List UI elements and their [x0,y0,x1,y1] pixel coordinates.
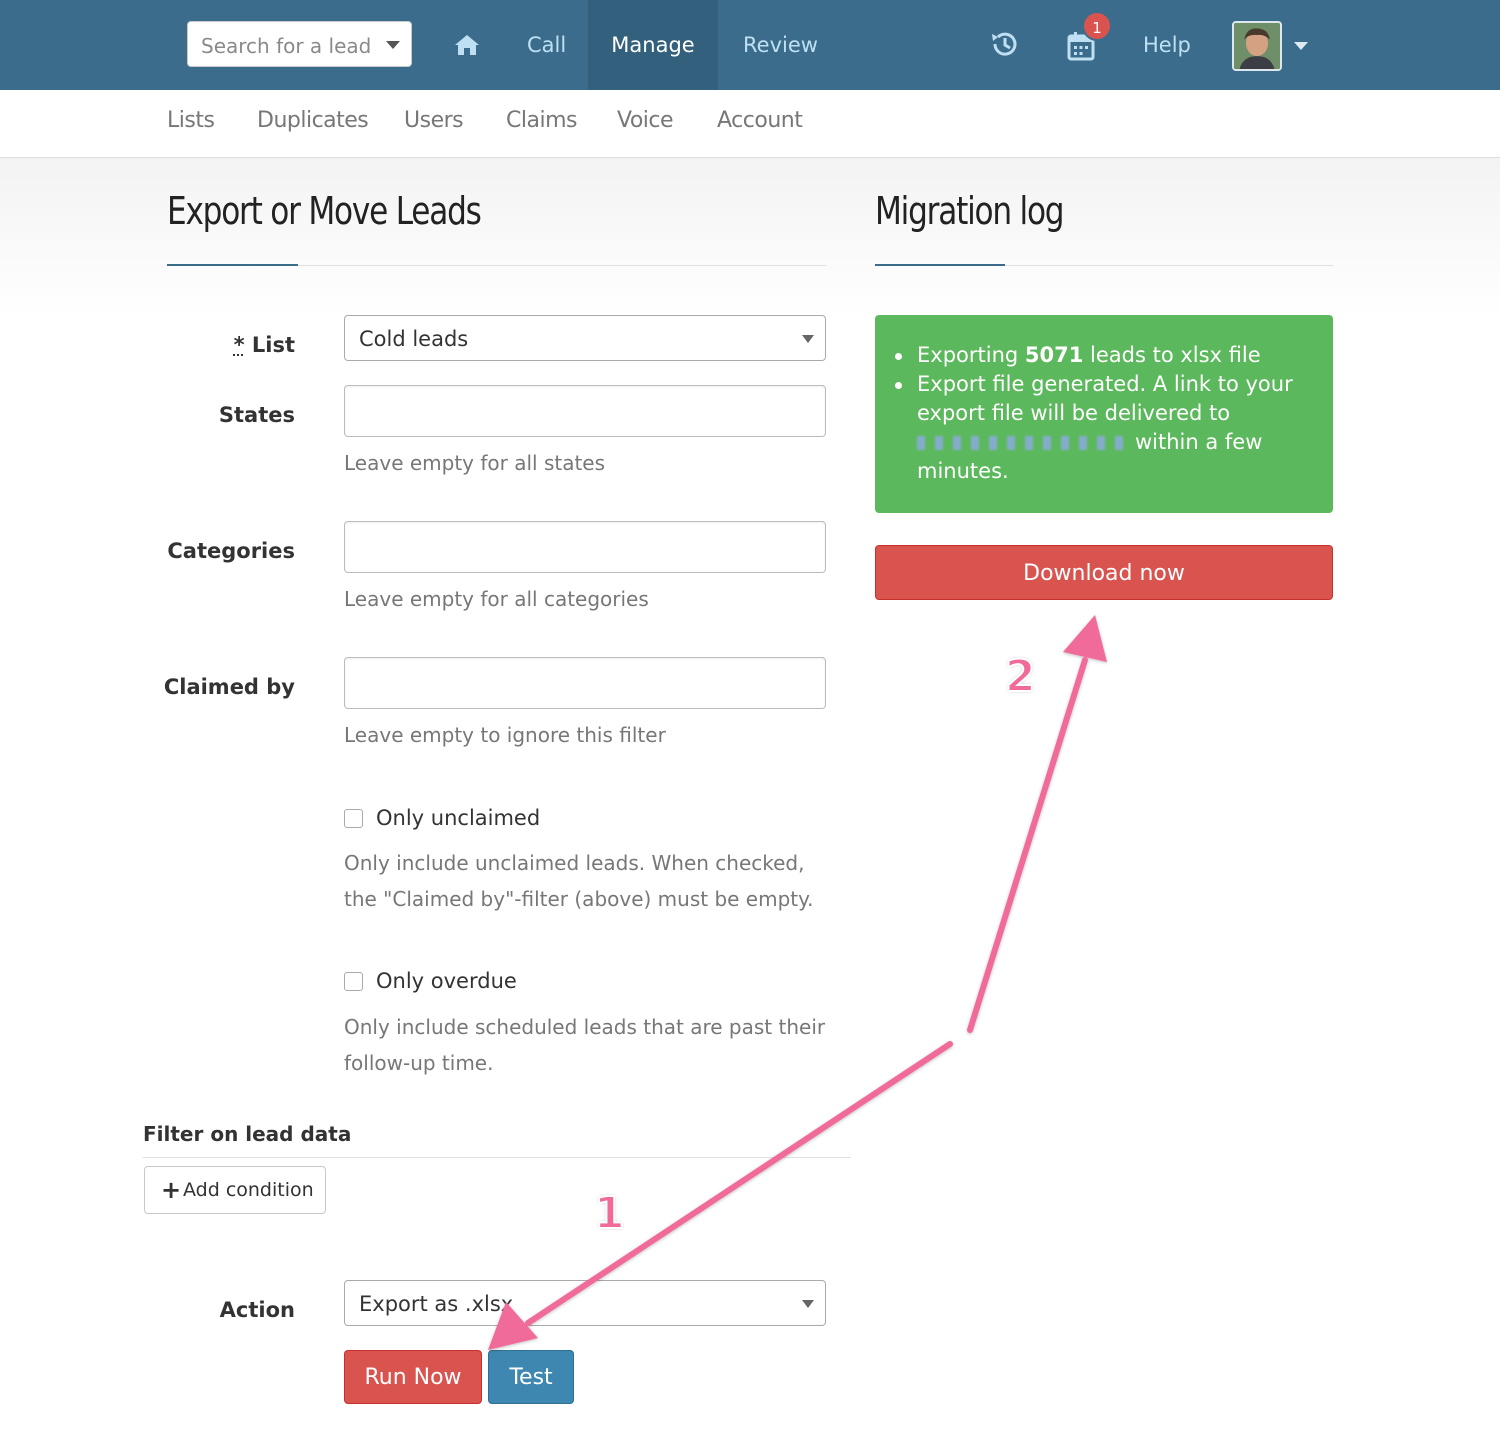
sub-navbar: Lists Duplicates Users Claims Voice Acco… [0,90,1500,158]
lead-search-select[interactable]: Search for a lead [187,21,412,67]
subnav-users[interactable]: Users [404,108,464,133]
step-2-label: 2 [1004,650,1037,703]
download-now-button[interactable]: Download now [875,545,1333,600]
redacted-email [917,436,1127,450]
claimed-by-input[interactable] [344,657,826,709]
only-overdue-label[interactable]: Only overdue [376,969,517,993]
only-overdue-checkbox[interactable] [344,972,363,991]
migration-log-list: Exporting 5071 leads to xlsx file Export… [895,341,1317,486]
run-now-button[interactable]: Run Now [344,1350,482,1404]
log-entry-prefix: Exporting [917,343,1025,367]
list-label-text: List [251,333,295,357]
log-generated-line-d: minutes. [917,459,1009,483]
action-label: Action [219,1298,295,1322]
history-icon[interactable] [989,28,1021,60]
log-entry-generated: Export file generated. A link to your ex… [895,370,1317,486]
categories-input[interactable] [344,521,826,573]
required-marker: * [233,333,245,357]
log-generated-line-a: Export file generated. A link to your [917,372,1293,396]
export-title: Export or Move Leads [167,189,482,233]
action-select-value: Export as .xlsx [359,1292,514,1316]
categories-help: Leave empty for all categories [344,587,649,611]
log-entry-exporting: Exporting 5071 leads to xlsx file [895,341,1317,370]
subnav-claims[interactable]: Claims [506,108,577,133]
chevron-down-icon [802,1300,814,1308]
page-header-background [0,158,1500,318]
only-unclaimed-label[interactable]: Only unclaimed [376,806,540,830]
add-condition-label: Add condition [183,1179,314,1201]
only-unclaimed-checkbox[interactable] [344,809,363,828]
nav-call[interactable]: Call [527,0,566,90]
action-select[interactable]: Export as .xlsx [344,1280,826,1326]
test-button[interactable]: Test [488,1350,574,1404]
subnav-account[interactable]: Account [717,108,803,133]
subnav-voice[interactable]: Voice [617,108,674,133]
only-overdue-help-2: follow-up time. [344,1051,494,1075]
migration-success-alert: Exporting 5071 leads to xlsx file Export… [875,315,1333,513]
add-condition-button[interactable]: + Add condition [144,1166,326,1214]
subnav-duplicates[interactable]: Duplicates [257,108,369,133]
filter-section-rule [143,1157,851,1158]
states-label: States [218,403,295,427]
migration-log-title: Migration log [875,189,1065,233]
claimed-by-help: Leave empty to ignore this filter [344,723,666,747]
nav-review[interactable]: Review [743,0,818,90]
avatar[interactable] [1232,21,1282,71]
list-select[interactable]: Cold leads [344,315,826,361]
chevron-down-icon [802,335,814,343]
plus-icon: + [161,1176,182,1204]
lead-search-placeholder: Search for a lead [201,34,372,58]
claimed-by-label: Claimed by [163,675,295,699]
export-title-accent [167,264,298,266]
list-select-value: Cold leads [359,327,469,351]
log-generated-line-c: within a few [1135,430,1263,454]
categories-label: Categories [167,539,295,563]
notification-badge: 1 [1082,11,1112,41]
list-label: * List [55,333,295,357]
arrow-to-download [967,615,1107,1033]
chevron-down-icon [386,41,400,49]
filter-section-title: Filter on lead data [143,1122,352,1146]
user-photo-icon [1234,23,1280,69]
user-menu-chevron-icon[interactable] [1294,42,1308,50]
nav-help[interactable]: Help [1143,0,1191,90]
states-input[interactable] [344,385,826,437]
export-lead-count: 5071 [1024,343,1084,367]
home-icon[interactable] [454,33,480,57]
step-1-label: 1 [593,1187,626,1240]
subnav-lists[interactable]: Lists [167,108,215,133]
only-unclaimed-help-2: the "Claimed by"-filter (above) must be … [344,887,814,911]
only-unclaimed-help-1: Only include unclaimed leads. When check… [344,851,805,875]
states-help: Leave empty for all states [344,451,606,475]
log-generated-line-b: export file will be delivered to [917,401,1231,425]
nav-manage[interactable]: Manage [588,0,718,90]
log-entry-suffix: leads to xlsx file [1083,343,1261,367]
top-navbar: Search for a lead Call Manage Review 1 H… [0,0,1500,90]
only-overdue-help-1: Only include scheduled leads that are pa… [344,1015,826,1039]
migration-title-accent [875,264,1005,266]
